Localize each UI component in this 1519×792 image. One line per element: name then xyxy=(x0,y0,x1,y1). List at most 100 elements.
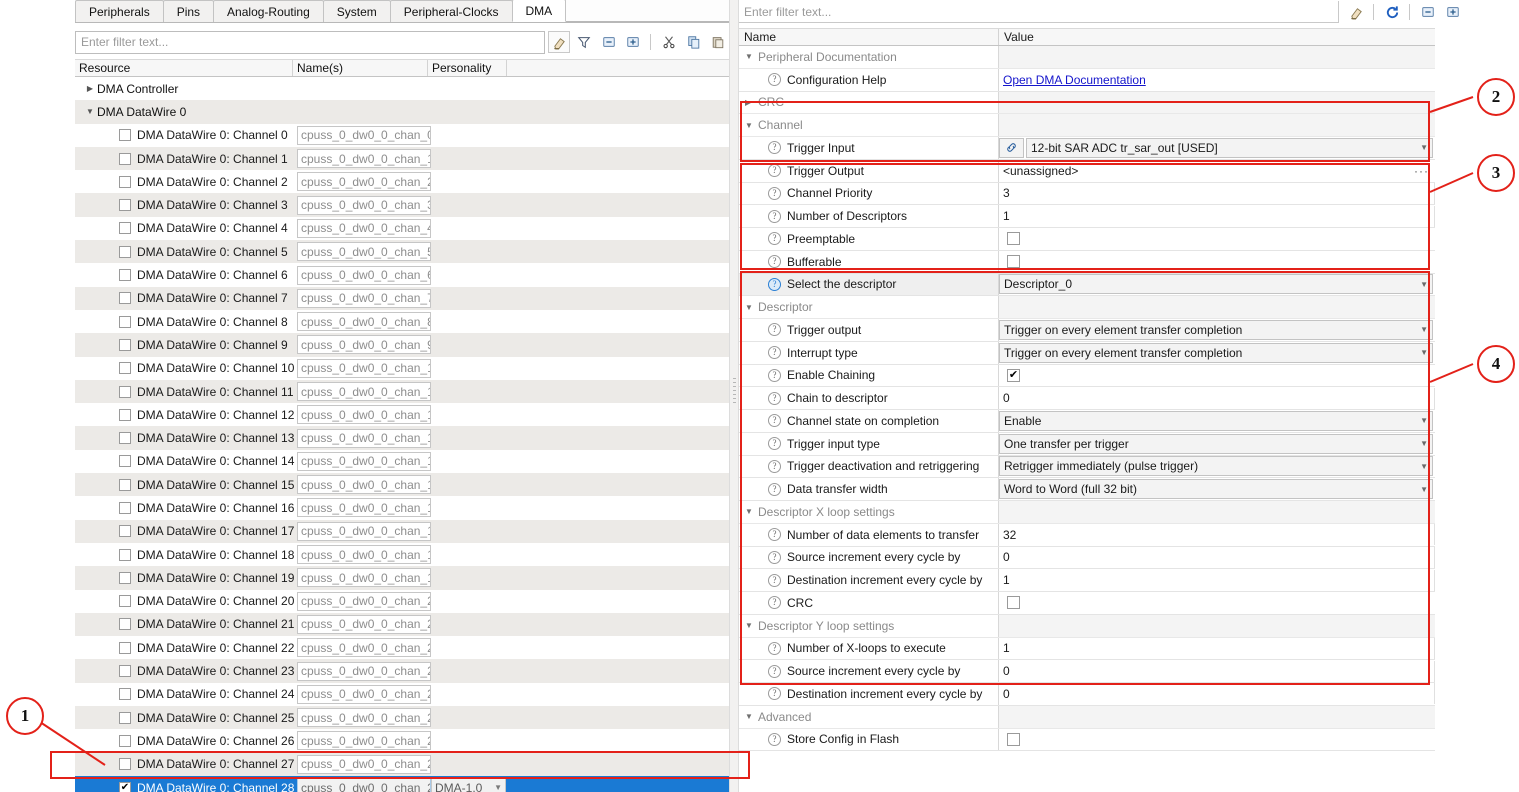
property-value-wrap[interactable]: <unassigned> ··· xyxy=(999,160,1435,182)
property-value-cell[interactable] xyxy=(999,614,1435,637)
property-dropdown[interactable]: Word to Word (full 32 bit) ▼ xyxy=(999,479,1433,500)
help-icon[interactable]: ? xyxy=(768,346,781,360)
channel-name-field[interactable]: cpuss_0_dw0_0_chan_9 xyxy=(297,335,431,355)
help-icon[interactable]: ? xyxy=(768,277,781,291)
tree-row[interactable]: DMA DataWire 0: Channel 9 cpuss_0_dw0_0_c… xyxy=(75,333,729,357)
tree-group-row[interactable]: ▼ DMA DataWire 0 xyxy=(75,100,729,124)
property-value-cell[interactable]: 1 xyxy=(999,637,1435,660)
help-icon[interactable]: ? xyxy=(768,596,781,610)
property-value-cell[interactable]: Trigger on every element transfer comple… xyxy=(999,319,1435,341)
channel-name-field[interactable]: cpuss_0_dw0_0_chan_1 xyxy=(297,149,431,169)
help-icon[interactable]: ? xyxy=(768,459,781,473)
tree-row[interactable]: DMA DataWire 0: Channel 18 cpuss_0_dw0_0_… xyxy=(75,543,729,566)
channel-name-field[interactable]: cpuss_0_dw0_0_chan_12 xyxy=(297,405,431,425)
channel-checkbox[interactable] xyxy=(119,688,131,701)
tree-row[interactable]: DMA DataWire 0: Channel 11 cpuss_0_dw0_0_… xyxy=(75,379,729,404)
channel-checkbox[interactable] xyxy=(119,455,131,468)
chevron-right-icon[interactable]: ▶ xyxy=(83,84,97,93)
help-icon[interactable]: ? xyxy=(768,209,781,223)
channel-name-field[interactable]: cpuss_0_dw0_0_chan_28 xyxy=(297,778,431,792)
property-value-cell[interactable] xyxy=(999,296,1435,318)
clear-filter-icon[interactable] xyxy=(1345,1,1367,23)
property-value-cell[interactable]: Retrigger immediately (pulse trigger) ▼ xyxy=(999,455,1435,478)
channel-name-field[interactable]: cpuss_0_dw0_0_chan_2 xyxy=(297,172,431,192)
chevron-down-icon[interactable]: ▼ xyxy=(745,52,758,61)
property-value-cell[interactable] xyxy=(999,250,1435,273)
property-value-cell[interactable]: 0 xyxy=(999,660,1435,682)
channel-name-field[interactable]: cpuss_0_dw0_0_chan_7 xyxy=(297,288,431,308)
help-icon[interactable]: ? xyxy=(768,141,781,155)
property-row[interactable]: ? Trigger output Trigger on every element … xyxy=(739,319,1435,342)
channel-name-field[interactable]: cpuss_0_dw0_0_chan_8 xyxy=(297,312,431,332)
property-row[interactable]: ? Store Config in Flash xyxy=(739,728,1435,752)
channel-name-field[interactable]: cpuss_0_dw0_0_chan_18 xyxy=(297,545,431,565)
help-icon[interactable]: ? xyxy=(768,255,781,269)
channel-checkbox[interactable] xyxy=(119,199,131,212)
column-header-value[interactable]: Value xyxy=(999,29,1435,45)
channel-name-field[interactable]: cpuss_0_dw0_0_chan_11 xyxy=(297,382,431,401)
property-row[interactable]: ? Trigger Input 12-bit SAR ADC tr_sar_out … xyxy=(739,137,1435,160)
property-value-cell[interactable]: 3 xyxy=(999,182,1435,205)
chevron-down-icon[interactable]: ▼ xyxy=(745,621,758,630)
property-value-cell[interactable] xyxy=(999,114,1435,136)
tree-row[interactable]: DMA DataWire 0: Channel 15 cpuss_0_dw0_0_… xyxy=(75,473,729,497)
property-row[interactable]: ? Preemptable xyxy=(739,228,1435,251)
tree-row[interactable]: DMA DataWire 0: Channel 10 cpuss_0_dw0_0_… xyxy=(75,357,729,380)
property-value-cell[interactable]: 1 xyxy=(999,569,1435,591)
tree-row[interactable]: DMA DataWire 0: Channel 13 cpuss_0_dw0_0_… xyxy=(75,426,729,450)
property-section-header[interactable]: ▼ Descriptor X loop settings xyxy=(739,501,1435,524)
channel-checkbox[interactable] xyxy=(119,152,131,165)
copy-icon[interactable] xyxy=(683,31,705,53)
expand-all-icon[interactable] xyxy=(1442,1,1464,23)
property-text-input[interactable]: 0 xyxy=(999,683,1435,705)
tree-row[interactable]: DMA DataWire 0: Channel 26 cpuss_0_dw0_0_… xyxy=(75,729,729,752)
cut-icon[interactable] xyxy=(658,31,680,53)
property-row[interactable]: ? Channel Priority 3 xyxy=(739,182,1435,206)
property-row[interactable]: ? Select the descriptor Descriptor_0 ▼ xyxy=(739,273,1435,297)
right-filter-input[interactable]: Enter filter text... xyxy=(739,1,1339,23)
column-header-name[interactable]: Name xyxy=(739,29,999,45)
property-text-input[interactable]: 1 xyxy=(999,205,1435,227)
help-icon[interactable]: ? xyxy=(768,732,781,746)
channel-name-field[interactable]: cpuss_0_dw0_0_chan_15 xyxy=(297,475,431,495)
property-row[interactable]: ? Number of Descriptors 1 xyxy=(739,205,1435,228)
property-text-input[interactable]: 1 xyxy=(999,569,1435,591)
channel-checkbox[interactable] xyxy=(119,665,131,678)
tree-row[interactable]: DMA DataWire 0: Channel 2 cpuss_0_dw0_0_c… xyxy=(75,170,729,193)
property-value-cell[interactable]: Enable ▼ xyxy=(999,410,1435,432)
property-text-input[interactable]: 0 xyxy=(999,660,1435,682)
channel-name-field[interactable]: cpuss_0_dw0_0_chan_5 xyxy=(297,242,431,262)
property-value-cell[interactable]: 12-bit SAR ADC tr_sar_out [USED] ▼ xyxy=(999,137,1435,159)
property-row[interactable]: ? Trigger deactivation and retriggering Re… xyxy=(739,455,1435,479)
tree-row[interactable]: DMA DataWire 0: Channel 16 cpuss_0_dw0_0_… xyxy=(75,496,729,519)
channel-checkbox[interactable] xyxy=(119,175,131,188)
property-value-cell[interactable]: 32 xyxy=(999,523,1435,546)
tree-row-selected[interactable]: ✔ DMA DataWire 0: Channel 28 cpuss_0_dw0_0… xyxy=(75,775,729,792)
property-checkbox[interactable] xyxy=(1007,255,1020,269)
property-row[interactable]: ? Bufferable xyxy=(739,250,1435,274)
help-icon[interactable]: ? xyxy=(768,414,781,428)
property-text-input[interactable]: 1 xyxy=(999,637,1435,659)
property-value-cell[interactable]: Word to Word (full 32 bit) ▼ xyxy=(999,478,1435,500)
chevron-down-icon[interactable]: ▼ xyxy=(83,107,97,116)
property-value-cell[interactable]: 0 xyxy=(999,546,1435,569)
property-row[interactable]: ? Data transfer width Word to Word (full 3… xyxy=(739,478,1435,501)
collapse-all-icon[interactable] xyxy=(1417,1,1439,23)
channel-name-field[interactable]: cpuss_0_dw0_0_chan_3 xyxy=(297,195,431,215)
property-value-cell[interactable] xyxy=(999,501,1435,523)
property-value-cell[interactable]: Trigger on every element transfer comple… xyxy=(999,341,1435,364)
clear-filter-icon[interactable] xyxy=(548,31,571,53)
channel-checkbox[interactable] xyxy=(119,432,131,445)
channel-name-field[interactable]: cpuss_0_dw0_0_chan_24 xyxy=(297,684,431,704)
property-value-cell[interactable]: Descriptor_0 ▼ xyxy=(999,273,1435,296)
tree-row[interactable]: DMA DataWire 0: Channel 7 cpuss_0_dw0_0_c… xyxy=(75,286,729,310)
chevron-right-icon[interactable]: ▶ xyxy=(745,98,758,107)
channel-checkbox[interactable] xyxy=(119,315,131,328)
property-row[interactable]: ? Number of data elements to transfer 32 xyxy=(739,523,1435,547)
property-value-cell[interactable] xyxy=(999,228,1435,250)
property-dropdown[interactable]: 12-bit SAR ADC tr_sar_out [USED] ▼ xyxy=(1026,137,1433,158)
property-text-input[interactable]: 0 xyxy=(999,387,1435,409)
channel-name-field[interactable]: cpuss_0_dw0_0_chan_16 xyxy=(297,498,431,518)
help-icon[interactable]: ? xyxy=(768,528,781,542)
tree-row[interactable]: DMA DataWire 0: Channel 21 cpuss_0_dw0_0_… xyxy=(75,612,729,637)
